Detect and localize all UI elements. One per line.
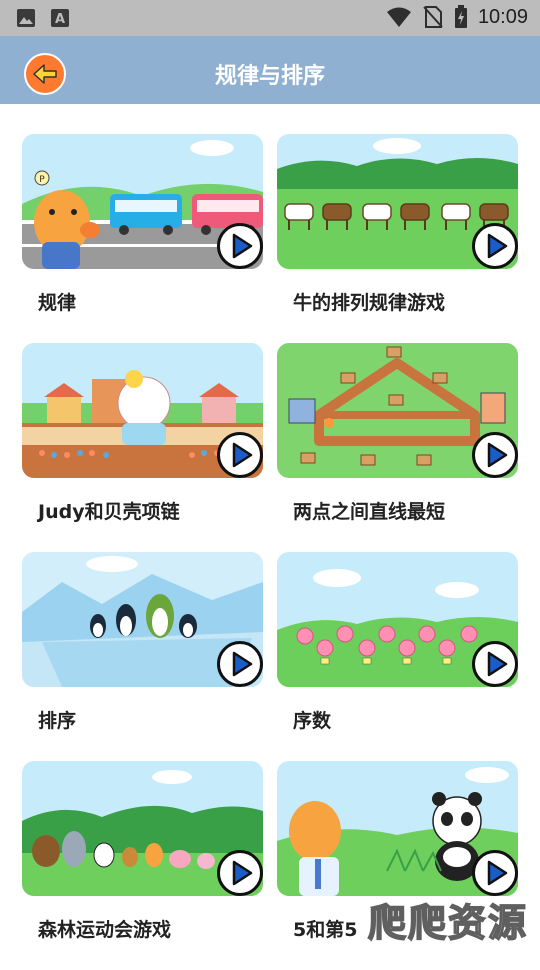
lesson-title: 牛的排列规律游戏: [293, 292, 446, 314]
lesson-thumbnail[interactable]: P: [22, 134, 263, 269]
svg-text:A: A: [55, 12, 65, 27]
lesson-card-map[interactable]: 两点之间直线最短: [277, 343, 518, 552]
lesson-card-shells[interactable]: Judy和贝壳项链: [22, 343, 263, 552]
play-button[interactable]: [217, 641, 263, 687]
play-icon: [487, 651, 508, 677]
lesson-title: 两点之间直线最短: [293, 501, 446, 523]
play-button[interactable]: [217, 850, 263, 896]
title-bar: 规律与排序: [0, 36, 540, 104]
font-icon: A: [51, 9, 69, 27]
lesson-thumbnail[interactable]: [277, 343, 518, 478]
lesson-card-animals[interactable]: 森林运动会游戏: [22, 761, 263, 970]
svg-text:P: P: [39, 175, 45, 185]
watermark: 爬爬资源: [367, 900, 528, 946]
status-bar: A 10:09: [0, 0, 540, 36]
play-icon: [487, 442, 508, 468]
play-icon: [232, 651, 253, 677]
lesson-title: Judy和贝壳项链: [38, 501, 180, 523]
lesson-thumbnail[interactable]: [277, 552, 518, 687]
play-icon: [487, 860, 508, 886]
lesson-thumbnail[interactable]: [22, 761, 263, 896]
lesson-thumbnail[interactable]: [22, 552, 263, 687]
play-button[interactable]: [472, 850, 518, 896]
wifi-icon: [386, 7, 411, 27]
page-title: 规律与排序: [214, 64, 325, 89]
play-button[interactable]: [472, 641, 518, 687]
lesson-title: 森林运动会游戏: [38, 919, 172, 941]
play-button[interactable]: [217, 223, 263, 269]
play-button[interactable]: [472, 223, 518, 269]
play-button[interactable]: [472, 432, 518, 478]
lesson-thumbnail[interactable]: [277, 761, 518, 896]
lesson-title: 规律: [38, 292, 77, 314]
lesson-title: 5和第5: [293, 919, 358, 941]
play-button[interactable]: [217, 432, 263, 478]
play-icon: [232, 860, 253, 886]
lesson-card-penguins[interactable]: 排序: [22, 552, 263, 761]
play-icon: [232, 233, 253, 259]
play-icon: [487, 233, 508, 259]
lesson-thumbnail[interactable]: [277, 134, 518, 269]
play-icon: [232, 442, 253, 468]
lesson-title: 排序: [38, 710, 77, 732]
lesson-title: 序数: [293, 710, 332, 732]
battery-icon: [454, 5, 467, 28]
lesson-card-flowers[interactable]: 序数: [277, 552, 518, 761]
no-sim-icon: [423, 6, 443, 28]
image-icon: [17, 9, 35, 27]
clock: 10:09: [477, 5, 528, 28]
lesson-card-buses[interactable]: P 规律: [22, 134, 263, 343]
lesson-card-cows[interactable]: 牛的排列规律游戏: [277, 134, 518, 343]
lesson-thumbnail[interactable]: [22, 343, 263, 478]
